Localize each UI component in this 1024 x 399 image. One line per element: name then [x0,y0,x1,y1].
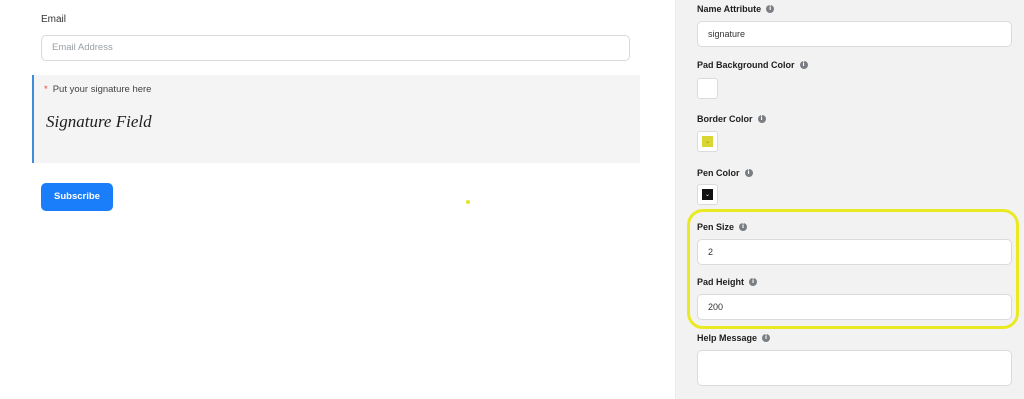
form-editor: Email Email Address * Put your signature … [0,0,1024,399]
signature-label: * Put your signature here [44,84,151,95]
signature-field[interactable]: * Put your signature here Signature Field [32,75,640,163]
pad-background-color-fill [702,83,713,94]
info-icon[interactable]: i [749,278,758,286]
settings-list: Name Attribute i signature Pad Backgroun… [676,0,1024,399]
subscribe-button[interactable]: Subscribe [41,183,113,211]
info-icon[interactable]: i [762,334,771,342]
help-message-label: Help Message i [697,333,771,343]
name-attribute-label: Name Attribute i [697,4,775,14]
form-canvas: Email Email Address * Put your signature … [0,0,675,399]
cursor-dot [466,200,470,204]
pen-color-swatch[interactable]: ⌄ [697,184,718,205]
settings-panel: Name Attribute i signature Pad Backgroun… [676,0,1024,399]
pad-background-color-swatch[interactable] [697,78,718,99]
pad-height-input[interactable]: 200 [697,294,1012,320]
border-color-label: Border Color i [697,114,766,124]
help-message-textarea[interactable] [697,350,1012,386]
pad-background-color-label: Pad Background Color i [697,60,808,70]
pen-size-input[interactable]: 2 [697,239,1012,265]
chevron-down-icon: ⌄ [702,189,713,200]
info-icon[interactable]: i [757,115,766,123]
border-color-swatch[interactable]: ⌄ [697,131,718,152]
info-icon[interactable]: i [744,169,753,177]
info-icon[interactable]: i [739,223,748,231]
signature-preview: Signature Field [46,112,152,131]
chevron-down-icon: ⌄ [702,136,713,147]
signature-preview-text: Signature Field [46,112,152,131]
email-field[interactable]: Email Address [41,35,630,61]
required-asterisk: * [44,84,48,95]
info-icon[interactable]: i [799,61,808,69]
signature-label-text: Put your signature here [52,84,152,95]
name-attribute-input[interactable]: signature [697,21,1012,47]
pad-height-label: Pad Height i [697,277,758,287]
info-icon[interactable]: i [766,5,775,13]
pen-color-label: Pen Color i [697,168,753,178]
email-label: Email [41,14,67,25]
pen-size-label: Pen Size i [697,222,748,232]
